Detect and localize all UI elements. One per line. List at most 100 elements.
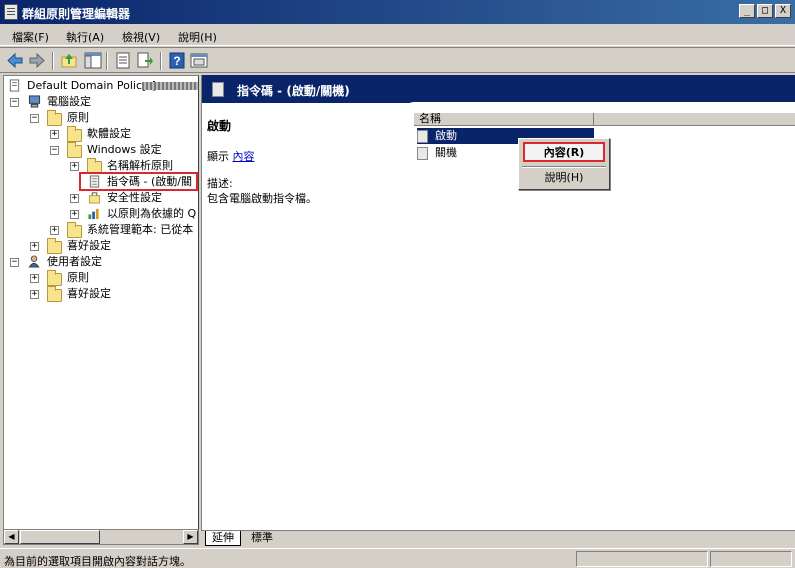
tab-extended[interactable]: 延伸	[205, 531, 241, 546]
expand-icon[interactable]: +	[50, 130, 59, 139]
description-text: 包含電腦啟動指令檔。	[207, 192, 317, 205]
context-menu-help[interactable]: 說明(H)	[523, 169, 605, 189]
window-title: 群組原則管理編輯器	[22, 7, 131, 21]
details-pane: 指令碼 - (啟動/關機) 啟動 顯示 內容 描述: 包含電腦啟動指令檔。 名稱…	[201, 75, 795, 530]
properties-icon[interactable]	[114, 52, 132, 69]
forward-arrow-icon[interactable]	[28, 52, 46, 69]
expand-icon[interactable]: +	[70, 210, 79, 219]
tree-label: 系統管理範本: 已從本	[87, 223, 194, 236]
tree-node-user-preferences[interactable]: + 喜好設定	[7, 286, 197, 302]
menu-bar: 檔案(F) 執行(A) 檢視(V) 說明(H)	[0, 24, 795, 46]
folder-icon	[47, 286, 62, 302]
scroll-left-button[interactable]: ◀	[4, 530, 19, 544]
folder-icon	[67, 222, 82, 238]
tab-standard[interactable]: 標準	[245, 531, 279, 546]
tree-node-user-config[interactable]: − 使用者設定	[7, 254, 197, 270]
tree-node-admin-templates[interactable]: + 系統管理範本: 已從本	[7, 222, 197, 238]
app-icon	[4, 4, 18, 20]
show-properties-line: 顯示 內容	[207, 148, 255, 164]
show-tree-icon[interactable]	[84, 52, 102, 69]
context-menu-separator	[522, 166, 606, 168]
expand-icon[interactable]: +	[30, 274, 39, 283]
folder-icon	[47, 110, 62, 126]
folder-icon	[47, 270, 62, 286]
tree-horizontal-scrollbar[interactable]: ◀ ▶	[3, 529, 199, 545]
status-panel	[710, 551, 792, 567]
extended-title: 啟動	[207, 119, 232, 133]
tree-node-software-settings[interactable]: + 軟體設定	[7, 126, 197, 142]
status-bar: 為目前的選取項目開啟內容對話方塊。	[0, 548, 795, 568]
help-icon[interactable]: ?	[168, 52, 186, 69]
tree-label: 安全性設定	[107, 191, 162, 204]
back-arrow-icon[interactable]	[6, 52, 24, 69]
title-bar: 群組原則管理編輯器 _ □ X	[0, 0, 795, 24]
column-header-name[interactable]: 名稱	[414, 113, 594, 126]
view-tabs: 延伸 標準	[201, 530, 795, 546]
user-icon	[28, 255, 40, 268]
menu-help[interactable]: 說明(H)	[178, 29, 217, 45]
tree-node-windows-settings[interactable]: − Windows 設定	[7, 142, 197, 158]
up-folder-icon[interactable]	[60, 52, 78, 69]
toolbar-separator	[106, 52, 108, 70]
collapse-icon[interactable]: −	[50, 146, 59, 155]
folder-icon	[67, 126, 82, 142]
folder-icon	[47, 238, 62, 254]
show-label: 顯示	[207, 150, 233, 163]
status-text: 為目前的選取項目開啟內容對話方塊。	[4, 555, 191, 568]
menu-view[interactable]: 檢視(V)	[122, 29, 160, 45]
menu-file[interactable]: 檔案(F)	[12, 29, 49, 45]
toolbar-separator	[52, 52, 54, 70]
highlight-box	[79, 172, 198, 191]
script-icon	[417, 130, 428, 143]
details-header: 指令碼 - (啟動/關機)	[202, 75, 795, 114]
status-panel	[576, 551, 708, 567]
list-item-label: 關機	[435, 146, 457, 159]
tree-node-preferences[interactable]: + 喜好設定	[7, 238, 197, 254]
tree-label-root: Default Domain Policy [	[27, 79, 157, 92]
tree-node-security-settings[interactable]: + 安全性設定	[7, 190, 197, 206]
console-icon[interactable]	[190, 52, 208, 69]
properties-link[interactable]: 內容	[233, 150, 255, 163]
redacted-text	[142, 82, 198, 90]
expand-icon[interactable]: +	[70, 194, 79, 203]
tree-label: 喜好設定	[67, 239, 111, 252]
script-icon	[212, 82, 224, 97]
tree-label: 喜好設定	[67, 287, 111, 300]
toolbar-separator	[160, 52, 162, 70]
toolbar: ?	[0, 47, 795, 73]
tree-node-policy-qos[interactable]: + 以原則為依據的 Q	[7, 206, 197, 222]
computer-icon	[28, 95, 41, 108]
export-icon[interactable]	[136, 52, 154, 69]
tree-node-policies[interactable]: − 原則	[7, 110, 197, 126]
tree-node-computer-config[interactable]: − 電腦設定	[7, 94, 197, 110]
expand-icon[interactable]: +	[50, 226, 59, 235]
expand-icon[interactable]: +	[30, 290, 39, 299]
close-button[interactable]: X	[775, 4, 791, 18]
details-header-title: 指令碼 - (啟動/關機)	[237, 84, 350, 98]
tree-label: 軟體設定	[87, 127, 131, 140]
expand-icon[interactable]: +	[70, 162, 79, 171]
scroll-thumb[interactable]	[20, 530, 100, 544]
list-header: 名稱	[414, 113, 795, 126]
scroll-right-button[interactable]: ▶	[183, 530, 198, 544]
tree-label: 使用者設定	[47, 255, 102, 268]
collapse-icon[interactable]: −	[30, 114, 39, 123]
expand-icon[interactable]: +	[30, 242, 39, 251]
tree-label: 電腦設定	[47, 95, 91, 108]
menu-action[interactable]: 執行(A)	[66, 29, 104, 45]
tree-label: 以原則為依據的 Q	[107, 207, 197, 220]
collapse-icon[interactable]: −	[10, 98, 19, 107]
collapse-icon[interactable]: −	[10, 258, 19, 267]
minimize-button[interactable]: _	[739, 4, 755, 18]
tree-label: Windows 設定	[87, 143, 162, 156]
tree-pane: Default Domain Policy [ − 電腦設定 − 原則 + 軟體…	[3, 75, 199, 545]
context-menu: 內容(R) 說明(H)	[518, 138, 610, 190]
maximize-button[interactable]: □	[757, 4, 773, 18]
tree-label: 原則	[67, 111, 89, 124]
script-icon	[417, 147, 428, 160]
tree-label: 原則	[67, 271, 89, 284]
tree-node-user-policies[interactable]: + 原則	[7, 270, 197, 286]
bar-chart-icon	[88, 208, 99, 220]
context-menu-properties[interactable]: 內容(R)	[523, 142, 605, 162]
window-controls: _ □ X	[739, 4, 791, 18]
